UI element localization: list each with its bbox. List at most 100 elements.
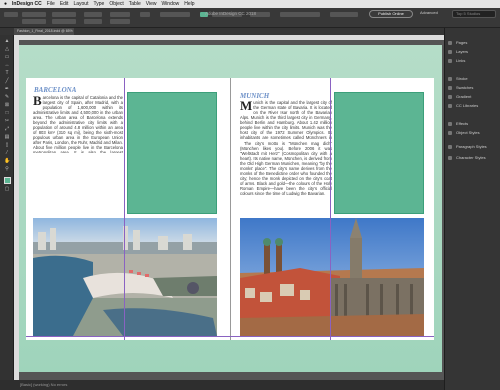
panel-gradient-label: Gradient <box>456 94 472 99</box>
panel-stroke-label: Stroke <box>456 76 468 81</box>
tools-panel: ▲ △ ▭ ↔ T ╱ ✒ ✎ ⊠ □ ✂ ⤢ ▤ ▯ ⁄ ✋ ⚲ ▢ <box>0 35 14 380</box>
gradient-tool-icon[interactable]: ▤ <box>4 135 10 140</box>
panel-object-styles[interactable]: Object Styles <box>448 130 480 135</box>
links-icon <box>448 58 452 63</box>
column-guide[interactable] <box>330 78 331 340</box>
height-field[interactable] <box>52 19 76 24</box>
window-title: Adobe InDesign CC 2018 <box>205 11 257 16</box>
corner-options-field[interactable] <box>280 12 320 17</box>
panel-cc-libraries-label: CC Libraries <box>456 103 479 108</box>
pen-tool-icon[interactable]: ✒ <box>4 87 10 92</box>
search-input[interactable]: Top 5 Studios <box>452 10 496 18</box>
status-bar: [Basic] (working) No errors <box>0 380 444 390</box>
panel-swatches[interactable]: Swatches <box>448 85 473 90</box>
dropcap-m: M <box>240 100 253 113</box>
menu-help[interactable]: Help <box>184 0 194 8</box>
apple-icon[interactable]: ● <box>4 0 7 8</box>
workspace-switcher[interactable]: Advanced <box>420 10 438 15</box>
panel-character-styles[interactable]: Character Styles <box>448 155 486 160</box>
body-text-barcelona-content: arcelona is the capital of Catalonia and… <box>33 95 123 153</box>
spine-divider <box>230 78 231 340</box>
panel-stroke[interactable]: Stroke <box>448 76 468 81</box>
eyedropper-tool-icon[interactable]: ⁄ <box>4 151 10 156</box>
menu-bar: ● InDesign CC File Edit Layout Type Obje… <box>0 0 500 8</box>
body-text-barcelona[interactable]: Barcelona is the capital of Catalonia an… <box>33 95 123 153</box>
panel-layers[interactable]: Layers <box>448 49 468 54</box>
rectangle-frame-tool-icon[interactable]: ⊠ <box>4 103 10 108</box>
y-position-field[interactable] <box>22 19 46 24</box>
reference-point-icon[interactable] <box>4 12 18 17</box>
note-tool-icon[interactable]: ▯ <box>4 143 10 148</box>
rectangle-tool-icon[interactable]: □ <box>4 111 10 116</box>
pencil-tool-icon[interactable]: ✎ <box>4 95 10 100</box>
page-tool-icon[interactable]: ▭ <box>4 55 10 60</box>
horizontal-ruler[interactable] <box>14 35 444 40</box>
heading-barcelona[interactable]: BARCELONA <box>34 86 76 94</box>
panel-effects[interactable]: Effects <box>448 121 468 126</box>
panel-swatches-label: Swatches <box>456 85 474 90</box>
barcelona-photo[interactable] <box>33 218 217 336</box>
panel-gradient[interactable]: Gradient <box>448 94 471 99</box>
stroke-weight-field[interactable] <box>160 12 190 17</box>
barcelona-photo-image <box>33 218 217 336</box>
width-field[interactable] <box>52 12 76 17</box>
x-position-field[interactable] <box>22 12 46 17</box>
layers-icon <box>448 49 452 54</box>
align-icons[interactable] <box>330 12 358 17</box>
panel-character-styles-label: Character Styles <box>456 155 486 160</box>
munich-photo-image <box>240 218 424 336</box>
menu-file[interactable]: File <box>47 0 55 8</box>
menu-edit[interactable]: Edit <box>60 0 69 8</box>
munich-photo[interactable] <box>240 218 424 336</box>
fill-color-icon[interactable] <box>4 177 11 184</box>
menu-app[interactable]: InDesign CC <box>12 0 42 8</box>
menu-view[interactable]: View <box>146 0 157 8</box>
paragraph-styles-icon <box>448 144 452 149</box>
panel-links[interactable]: Links <box>448 58 465 63</box>
pages-icon <box>448 40 452 45</box>
panel-dock: Pages Layers Links Stroke Swatches Gradi… <box>444 28 500 390</box>
gap-tool-icon[interactable]: ↔ <box>4 63 10 68</box>
vertical-ruler[interactable] <box>14 35 19 380</box>
scale-y-field[interactable] <box>84 19 102 24</box>
green-color-block-right[interactable] <box>334 92 424 214</box>
flip-icon[interactable] <box>140 12 150 17</box>
object-styles-icon <box>448 130 452 135</box>
cc-libraries-icon <box>448 103 452 108</box>
rotate-field[interactable] <box>110 12 130 17</box>
menu-table[interactable]: Table <box>129 0 141 8</box>
menu-window[interactable]: Window <box>161 0 179 8</box>
panel-pages-label: Pages <box>456 40 468 45</box>
column-guide[interactable] <box>124 78 125 340</box>
panel-pages[interactable]: Pages <box>448 40 467 45</box>
menu-type[interactable]: Type <box>93 0 104 8</box>
direct-selection-tool-icon[interactable]: △ <box>4 47 10 52</box>
panel-paragraph-styles-label: Paragraph Styles <box>456 144 487 149</box>
panel-layers-label: Layers <box>456 49 469 54</box>
panel-paragraph-styles[interactable]: Paragraph Styles <box>448 144 487 149</box>
zoom-tool-icon[interactable]: ⚲ <box>4 167 10 172</box>
screen-mode-icon[interactable]: ▢ <box>4 187 10 192</box>
transform-tool-icon[interactable]: ⤢ <box>4 127 10 132</box>
margin-guide[interactable] <box>26 336 434 337</box>
effects-icon <box>448 121 452 126</box>
menu-layout[interactable]: Layout <box>73 0 88 8</box>
shear-field[interactable] <box>110 19 130 24</box>
body-text-munich-1-content: unich is the capital and the largest cit… <box>240 100 332 140</box>
document-tab[interactable]: Fashion_1_Final_2018.indd @ 65% <box>14 28 74 35</box>
publish-online-button[interactable]: Publish Online <box>369 10 413 18</box>
heading-munich[interactable]: MUNICH <box>240 92 269 100</box>
panel-effects-label: Effects <box>456 121 469 126</box>
scale-x-field[interactable] <box>84 12 102 17</box>
swatches-icon <box>448 85 452 90</box>
body-text-munich-1[interactable]: Munich is the capital and the largest ci… <box>240 100 332 140</box>
line-tool-icon[interactable]: ╱ <box>4 79 10 84</box>
green-color-block-left[interactable] <box>127 92 217 214</box>
selection-tool-icon[interactable]: ▲ <box>4 39 10 44</box>
hand-tool-icon[interactable]: ✋ <box>4 159 10 164</box>
scissors-tool-icon[interactable]: ✂ <box>4 119 10 124</box>
panel-cc-libraries[interactable]: CC Libraries <box>448 103 478 108</box>
type-tool-icon[interactable]: T <box>4 71 10 76</box>
menu-object[interactable]: Object <box>109 0 123 8</box>
body-text-munich-2[interactable]: The city's motto is "München mag dich" (… <box>240 141 332 213</box>
